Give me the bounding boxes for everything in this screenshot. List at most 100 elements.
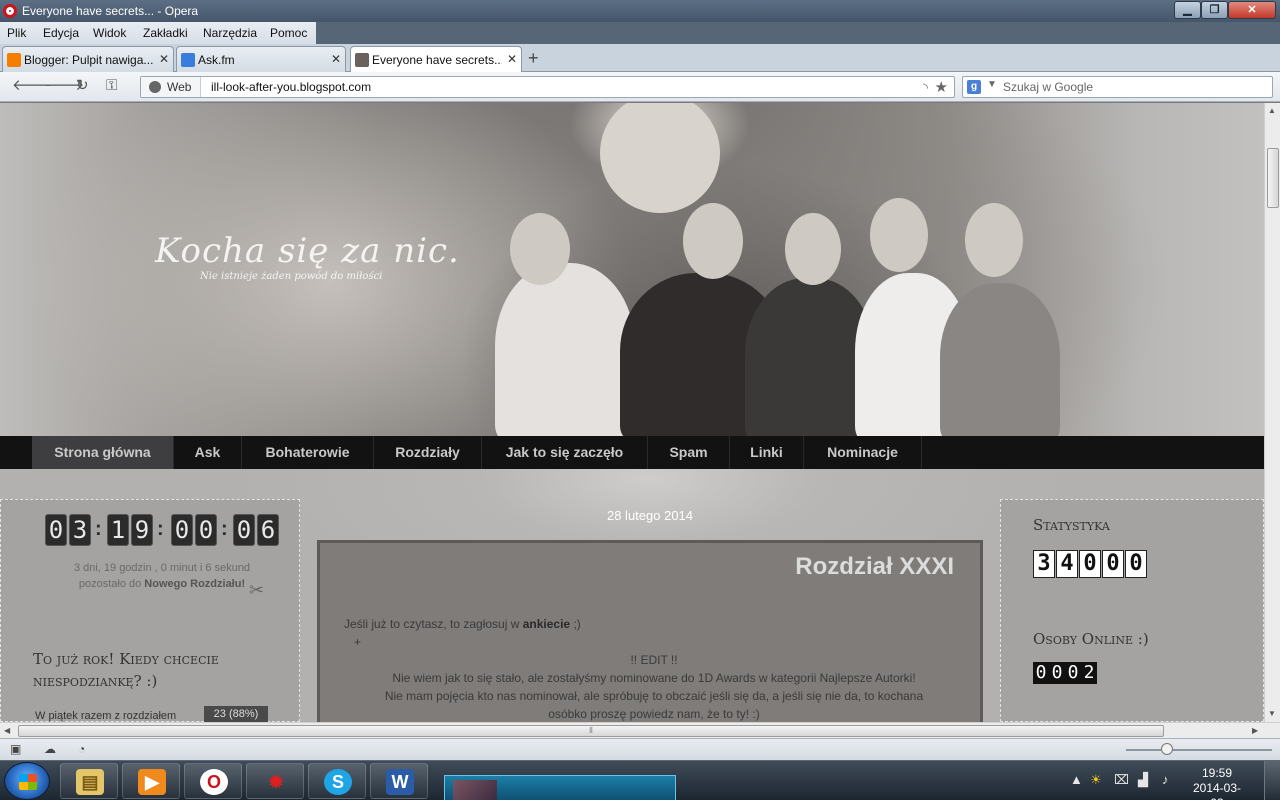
rss-feed-icon[interactable]: ◝: [923, 80, 928, 96]
taskbar-red-app[interactable]: ✹: [246, 763, 304, 799]
reload-icon[interactable]: ↻: [76, 78, 89, 94]
sun-tray-icon[interactable]: ☀: [1090, 772, 1102, 788]
nav-rozdzialy[interactable]: Rozdziały: [374, 436, 482, 469]
skype-icon: S: [324, 769, 352, 795]
nav-linki[interactable]: Linki: [730, 436, 804, 469]
new-tab-button[interactable]: +: [528, 49, 539, 67]
post-plus: +: [354, 635, 362, 649]
chevron-down-icon[interactable]: ▼: [987, 79, 997, 90]
blogger-icon: [7, 53, 21, 67]
menu-widok[interactable]: Widok: [93, 26, 126, 40]
poll-option-label[interactable]: W piątek razem z rozdziałem: [35, 710, 176, 722]
header-subtagline: Nie istnieje żaden powód do miłości: [200, 271, 383, 282]
stats-digit: 0: [1102, 550, 1124, 578]
menu-edycja[interactable]: Edycja: [43, 26, 79, 40]
show-hidden-icons-icon[interactable]: ▲: [1070, 772, 1083, 787]
device-tray-icon[interactable]: ⌧: [1114, 772, 1129, 788]
minimize-button[interactable]: ▁: [1174, 1, 1201, 19]
zoom-slider-handle[interactable]: [1161, 743, 1173, 755]
close-tab-icon[interactable]: ✕: [159, 52, 169, 66]
countdown-separator: :: [95, 518, 102, 540]
zoom-slider-track[interactable]: [1126, 749, 1272, 751]
scroll-right-icon[interactable]: ▶: [1252, 726, 1258, 735]
taskbar-explorer[interactable]: ▤: [60, 763, 118, 799]
countdown-target: pozostało do Nowego Rozdziału!: [57, 576, 267, 592]
countdown-digit: 0: [171, 514, 193, 546]
blog-header-image: Kocha się za nic. Nie istnieje żaden pow…: [0, 103, 1264, 443]
online-title: Osoby Online :): [1033, 630, 1149, 648]
nav-jak-to-sie-zaczelo[interactable]: Jak to się zaczęło: [482, 436, 648, 469]
scroll-down-icon[interactable]: ▼: [1268, 709, 1276, 718]
address-bar[interactable]: Web ill-look-after-you.blogspot.com ◝ ★: [140, 76, 955, 98]
countdown-target-link[interactable]: Nowego Rozdziału!: [144, 578, 245, 590]
tab-blogger[interactable]: Blogger: Pulpit nawiga... ✕: [2, 46, 174, 72]
menu-plik[interactable]: Plik: [7, 26, 26, 40]
countdown-digit: 3: [69, 514, 91, 546]
menu-pomoc[interactable]: Pomoc: [270, 26, 307, 40]
search-input[interactable]: Szukaj w Google: [1003, 80, 1093, 94]
blog-navigation: Strona główna Ask Bohaterowie Rozdziały …: [0, 436, 1264, 469]
taskbar-opera[interactable]: O: [184, 763, 242, 799]
clock-time: 19:59: [1201, 766, 1233, 780]
post-title[interactable]: Rozdział XXXI: [795, 553, 954, 581]
countdown-caption: 3 dni, 19 godzin , 0 minut i 6 sekund po…: [57, 560, 267, 592]
taskbar-media-player[interactable]: ▶: [122, 763, 180, 799]
speed-dial-gauge-icon[interactable]: ◔: [78, 742, 85, 756]
close-window-button[interactable]: ✕: [1228, 1, 1276, 19]
tab-everyone-have-secrets[interactable]: Everyone have secrets... ✕: [350, 46, 522, 73]
panel-toggle-icon[interactable]: ▣: [10, 742, 21, 756]
nav-nominacje[interactable]: Nominacje: [804, 436, 922, 469]
taskbar-word[interactable]: W: [370, 763, 428, 799]
scroll-left-icon[interactable]: ◀: [4, 726, 10, 735]
maximize-button[interactable]: ❐: [1201, 1, 1228, 19]
tab-askfm[interactable]: Ask.fm ✕: [176, 46, 346, 72]
nav-spam[interactable]: Spam: [648, 436, 730, 469]
post-date: 28 lutego 2014: [606, 508, 694, 523]
taskbar-skype[interactable]: S: [308, 763, 366, 799]
show-desktop-button[interactable]: [1264, 761, 1280, 800]
taskbar-window-preview[interactable]: [444, 775, 676, 800]
virus-bug-icon: ✹: [268, 772, 284, 792]
volume-icon[interactable]: ♪: [1162, 772, 1169, 787]
header-head: [510, 213, 570, 285]
header-person: [495, 263, 635, 443]
web-page: Kocha się za nic. Nie istnieje żaden pow…: [0, 103, 1264, 722]
web-badge[interactable]: Web: [141, 77, 201, 97]
countdown-digit: 0: [233, 514, 255, 546]
key-icon[interactable]: ⚿: [106, 78, 117, 94]
search-box[interactable]: g ▼ Szukaj w Google: [962, 76, 1273, 98]
close-tab-icon[interactable]: ✕: [331, 52, 341, 66]
status-bar: ▣ ☁ ◔: [0, 738, 1280, 760]
navigation-bar: 🡐 🡒 ↻ ⚿ Web ill-look-after-you.blogspot.…: [0, 72, 1280, 102]
opera-unite-cloud-icon[interactable]: ☁: [44, 742, 56, 756]
vertical-scrollbar[interactable]: ▲ ▼: [1264, 103, 1280, 722]
network-signal-icon[interactable]: ▟: [1138, 772, 1148, 788]
bookmark-star-icon[interactable]: ★: [935, 78, 948, 96]
scroll-up-icon[interactable]: ▲: [1268, 106, 1276, 115]
horizontal-scrollbar[interactable]: ◀ ⦀ ▶: [0, 722, 1280, 738]
web-badge-label: Web: [167, 80, 192, 94]
nav-bohaterowie[interactable]: Bohaterowie: [242, 436, 374, 469]
tools-icon[interactable]: ✂: [249, 580, 264, 601]
opera-logo-icon[interactable]: [3, 4, 17, 18]
header-head: [683, 203, 743, 279]
menu-narzedzia[interactable]: Narzędzia: [203, 26, 257, 40]
url-text[interactable]: ill-look-after-you.blogspot.com: [211, 80, 371, 94]
clock[interactable]: 19:59 2014-03-03: [1188, 766, 1246, 800]
menu-zakladki[interactable]: Zakładki: [143, 26, 188, 40]
countdown-digit: 9: [131, 514, 153, 546]
menu-bar-background: [316, 22, 1280, 44]
countdown-digit: 0: [45, 514, 67, 546]
nav-ask[interactable]: Ask: [174, 436, 242, 469]
tab-label: Ask.fm: [198, 53, 235, 67]
close-tab-icon[interactable]: ✕: [507, 52, 517, 66]
blog-post: Rozdział XXXI Jeśli już to czytasz, to z…: [317, 540, 983, 722]
folder-icon: ▤: [76, 769, 104, 795]
horizontal-scroll-thumb[interactable]: ⦀: [18, 725, 1164, 737]
nav-strona-glowna[interactable]: Strona główna: [32, 436, 174, 469]
start-button[interactable]: [4, 762, 50, 800]
countdown-separator: :: [221, 518, 228, 540]
vertical-scroll-thumb[interactable]: [1267, 148, 1279, 208]
google-icon[interactable]: g: [967, 80, 981, 94]
poll-link[interactable]: ankiecie: [523, 617, 570, 631]
